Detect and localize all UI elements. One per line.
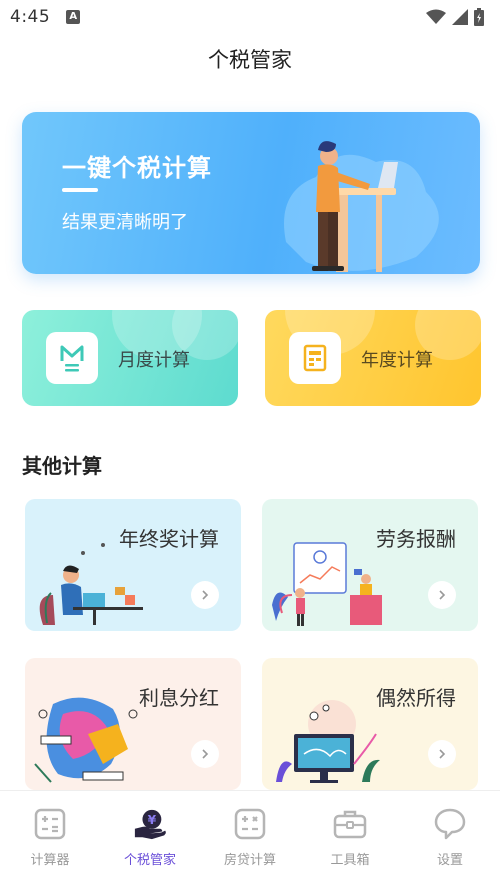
banner-title: 一键个税计算 [62,153,212,182]
mortgage-calculator-icon [233,807,267,841]
person-at-desk-illustration [284,141,439,272]
chevron-right-icon[interactable] [191,740,219,768]
status-bar: 4:45 A [0,0,500,34]
chevron-right-icon[interactable] [428,581,456,609]
svg-text:¥: ¥ [148,813,157,827]
monthly-calc-label: 月度计算 [118,350,190,371]
yearly-calendar-icon [289,332,341,384]
toolbox-icon [333,807,367,841]
settings-chat-icon [433,807,467,841]
calculator-icon [33,807,67,841]
nav-item-settings[interactable]: 设置 [400,791,500,888]
tax-yen-hand-icon: ¥ [133,807,167,841]
cell-signal-icon [452,9,468,25]
bottom-nav: 计算器 ¥ 个税管家 房贷计算 工具箱 设置 [0,790,500,888]
chevron-right-icon[interactable] [428,740,456,768]
person-at-laptop-illustration [39,543,143,625]
nav-label: 个税管家 [123,853,176,868]
banner-subtitle: 结果更清晰明了 [62,212,188,233]
yearly-calc-label: 年度计算 [361,350,433,371]
nav-label: 房贷计算 [223,853,276,868]
wifi-icon [426,9,446,24]
nav-item-calculator[interactable]: 计算器 [0,791,100,888]
page-title: 个税管家 [208,48,292,72]
chevron-right-icon[interactable] [191,581,219,609]
tax-calc-banner[interactable]: 一键个税计算 结果更清晰明了 [22,112,480,274]
incidental-income-card[interactable]: 偶然所得 [262,658,478,790]
nav-label: 计算器 [30,853,70,868]
nav-item-toolbox[interactable]: 工具箱 [300,791,400,888]
status-icons [426,8,484,26]
text-a-icon: A [66,10,81,24]
status-time: 4:45 [10,7,51,27]
nav-label: 设置 [436,853,463,868]
people-with-charts-illustration [272,542,382,626]
battery-icon [474,8,484,26]
nav-label: 工具箱 [330,853,370,868]
other-calc-heading: 其他计算 [22,454,102,478]
banner-underline [62,188,98,192]
interest-dividend-card[interactable]: 利息分红 [25,658,241,790]
nav-item-tax-manager[interactable]: ¥ 个税管家 [100,791,200,888]
monthly-m-icon [46,332,98,384]
monitor-with-plants-illustration [276,700,380,783]
yearly-calc-card[interactable]: 年度计算 [265,310,481,406]
labor-remuneration-card[interactable]: 劳务报酬 [262,499,478,631]
monthly-calc-card[interactable]: 月度计算 [22,310,238,406]
nav-item-mortgage[interactable]: 房贷计算 [200,791,300,888]
abstract-geometric-illustration [34,697,138,783]
year-end-bonus-card[interactable]: 年终奖计算 [25,499,241,631]
